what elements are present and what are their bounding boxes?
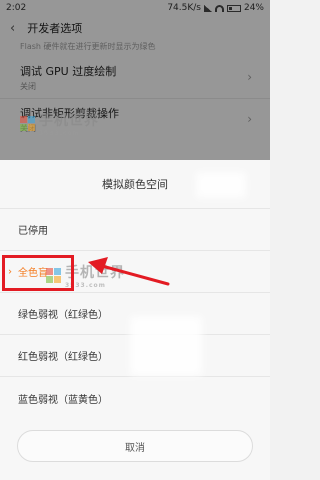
pointer-arrow-icon	[88, 257, 170, 286]
